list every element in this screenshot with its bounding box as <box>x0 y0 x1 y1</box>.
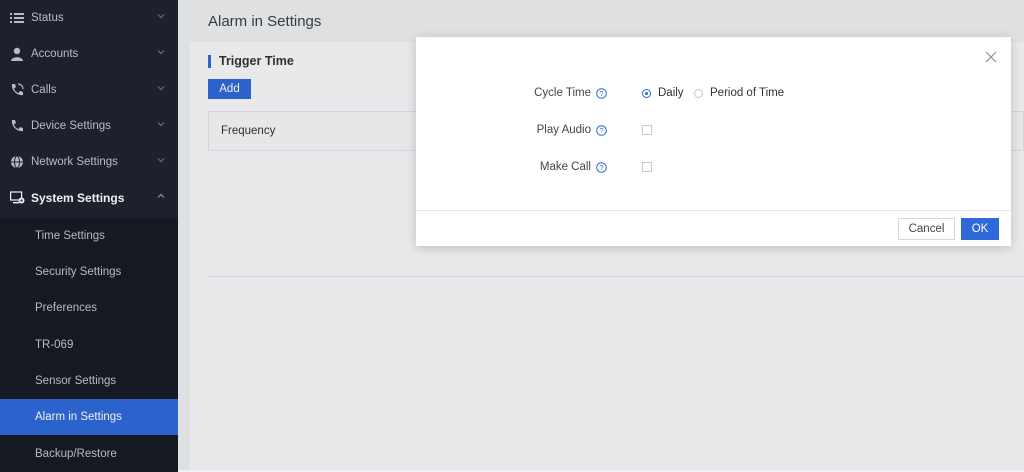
period-of-time-label: Period of Time <box>710 87 785 99</box>
make-call-text: Make Call <box>539 161 591 173</box>
svg-text:?: ? <box>599 126 603 135</box>
make-call-label: Make Call ? <box>540 161 607 173</box>
close-icon[interactable] <box>985 51 997 63</box>
play-audio-label: Play Audio ? <box>537 124 607 136</box>
svg-text:?: ? <box>599 89 603 98</box>
help-icon[interactable]: ? <box>596 124 607 136</box>
svg-text:?: ? <box>599 163 603 172</box>
dialog-footer-divider <box>416 210 1011 211</box>
trigger-time-dialog: Cycle Time ? Daily Period of Time Play A… <box>416 37 1011 246</box>
cycle-time-text: Cycle Time <box>534 87 591 99</box>
play-audio-text: Play Audio <box>536 124 591 136</box>
help-icon[interactable]: ? <box>596 161 607 173</box>
help-icon[interactable]: ? <box>596 87 607 99</box>
cycle-time-label: Cycle Time ? <box>534 87 607 99</box>
make-call-checkbox[interactable] <box>642 162 652 172</box>
cancel-button[interactable]: Cancel <box>898 218 955 240</box>
period-of-time-radio[interactable] <box>694 89 703 98</box>
daily-label: Daily <box>658 87 684 99</box>
play-audio-checkbox[interactable] <box>642 125 652 135</box>
ok-button[interactable]: OK <box>961 218 999 240</box>
daily-radio[interactable] <box>642 89 651 98</box>
